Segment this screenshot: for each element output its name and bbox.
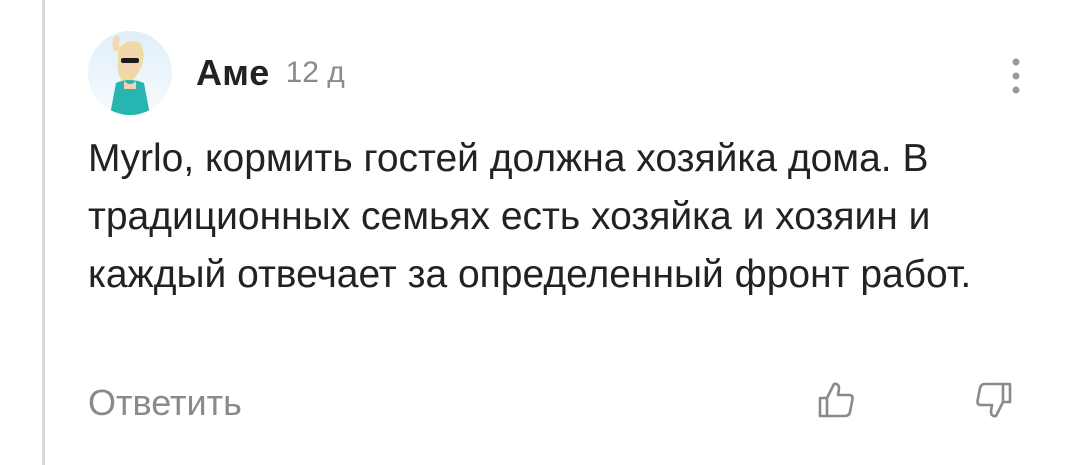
author-name[interactable]: Аме bbox=[196, 52, 270, 94]
thumbs-down-icon bbox=[976, 382, 1012, 418]
comment-footer: Ответить bbox=[88, 378, 1038, 428]
avatar-image bbox=[88, 31, 172, 115]
thread-line bbox=[42, 0, 45, 465]
thumbs-up-icon bbox=[818, 382, 854, 418]
comment-header: Аме 12 д bbox=[88, 28, 1038, 118]
comment-time: 12 д bbox=[285, 56, 345, 89]
comment: Аме 12 д Myrlo, кормить гостей должна хо… bbox=[88, 28, 1038, 423]
avatar[interactable] bbox=[88, 31, 172, 115]
comment-text: Myrlo, кормить гостей должна хозяйка дом… bbox=[88, 137, 972, 296]
like-button[interactable] bbox=[814, 378, 858, 422]
dislike-button[interactable] bbox=[972, 378, 1016, 422]
more-options-button[interactable] bbox=[1004, 56, 1028, 96]
reply-button[interactable]: Ответить bbox=[88, 382, 242, 424]
vertical-dots-icon bbox=[1012, 58, 1020, 94]
